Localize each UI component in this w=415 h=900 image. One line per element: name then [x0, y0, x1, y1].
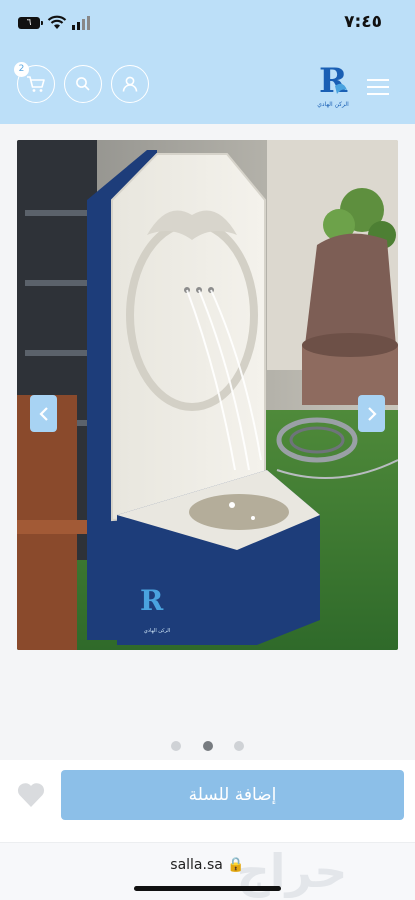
- browser-url-bar: حراج salla.sa 🔒: [0, 843, 415, 900]
- chevron-right-icon: [367, 406, 377, 421]
- wishlist-heart-icon[interactable]: [16, 781, 46, 809]
- product-action-bar: إضافة للسلة: [0, 760, 415, 843]
- logo-letter: R: [319, 61, 348, 101]
- cart-button[interactable]: 2: [14, 62, 55, 103]
- search-button[interactable]: [64, 65, 102, 103]
- store-logo[interactable]: R الركن الهادي: [313, 56, 353, 112]
- wifi-icon: [47, 15, 67, 29]
- prev-image-button[interactable]: [30, 395, 57, 432]
- product-gallery: R الركن الهادي: [0, 124, 415, 760]
- gallery-pagination: [0, 736, 415, 755]
- battery-indicator: ٦: [18, 17, 43, 29]
- watermark-logo-text: الركن الهادي: [144, 628, 170, 634]
- add-to-cart-button[interactable]: إضافة للسلة: [61, 770, 404, 820]
- pagination-dot-1[interactable]: [171, 741, 182, 751]
- logo-text: الركن الهادي: [317, 101, 349, 108]
- signal-icon: [72, 16, 90, 30]
- cart-count-badge: 2: [14, 62, 29, 77]
- pagination-dot-3[interactable]: [233, 741, 244, 751]
- menu-icon[interactable]: [366, 78, 390, 96]
- status-bar: ٦ ٧:٤٥: [0, 0, 415, 50]
- status-time: ٧:٤٥: [344, 12, 382, 32]
- user-icon: [122, 76, 138, 92]
- watermark-logo-letter: R: [140, 584, 164, 617]
- app-header: 2 R الركن الهادي: [0, 50, 415, 124]
- search-icon: [76, 77, 90, 91]
- next-image-button[interactable]: [358, 395, 385, 432]
- product-image[interactable]: R الركن الهادي: [17, 140, 398, 650]
- home-indicator[interactable]: [134, 886, 281, 891]
- pagination-dot-2[interactable]: [202, 741, 213, 751]
- account-button[interactable]: [111, 65, 149, 103]
- cart-icon: [27, 76, 45, 92]
- url-text[interactable]: salla.sa 🔒: [0, 857, 415, 873]
- chevron-left-icon: [38, 406, 48, 421]
